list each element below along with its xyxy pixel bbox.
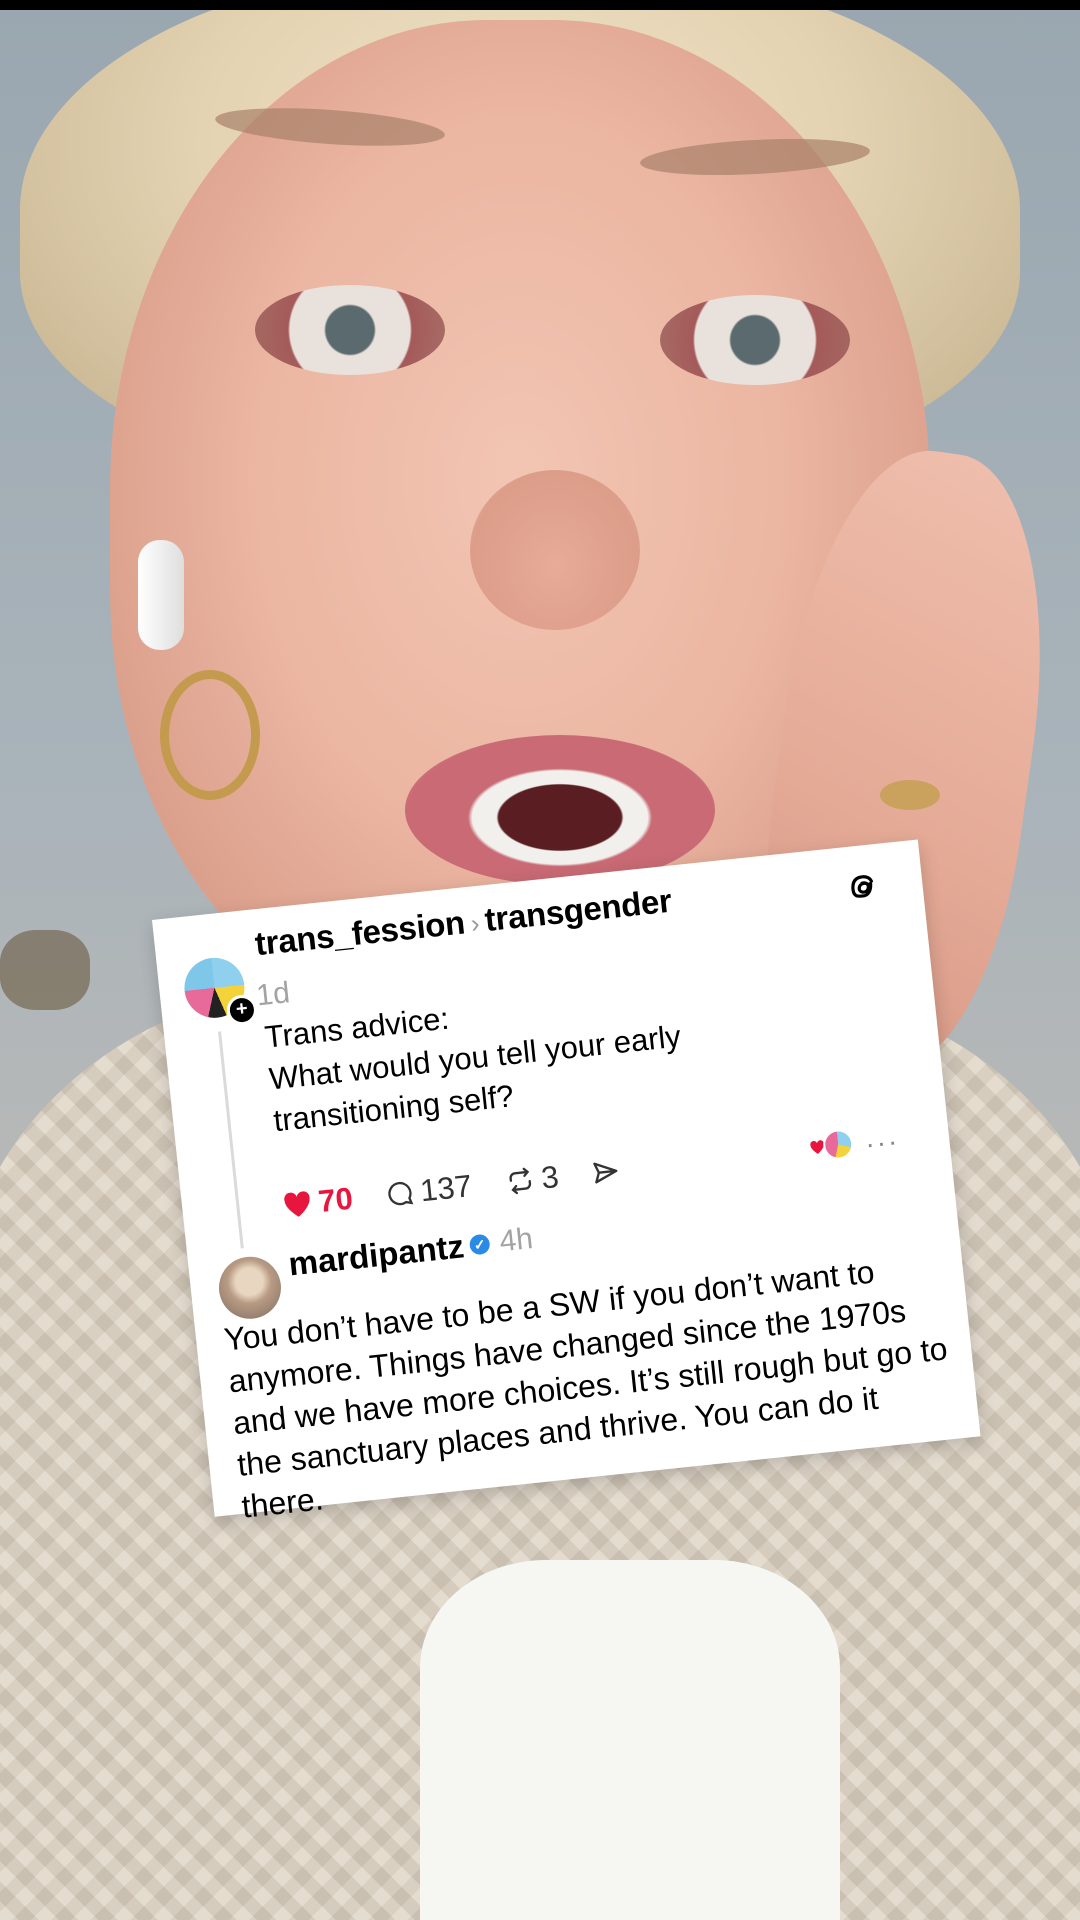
- reply-username[interactable]: mardipantz: [287, 1227, 466, 1283]
- thread-line: [218, 1031, 244, 1249]
- comment-icon: [388, 1181, 414, 1206]
- comment-button[interactable]: 137: [385, 1168, 474, 1213]
- left-eye: [255, 285, 445, 375]
- repost-button[interactable]: 3: [504, 1159, 561, 1200]
- hoop-earring: [160, 670, 260, 800]
- nose: [470, 470, 640, 630]
- op-username[interactable]: trans_fession: [253, 903, 466, 962]
- like-count: 70: [316, 1180, 355, 1220]
- mouth: [405, 735, 715, 885]
- video-frame: + trans_fession ›transgender 1d Trans adv…: [0, 0, 1080, 1920]
- undershirt: [420, 1560, 840, 1920]
- reply-header: mardipantz ✓ 4h: [287, 1220, 535, 1283]
- shelf-ornament: [0, 930, 90, 1010]
- liker-avatar: [821, 1128, 855, 1161]
- share-button[interactable]: [591, 1157, 622, 1188]
- share-icon: [593, 1162, 618, 1184]
- liked-by-avatars[interactable]: [808, 1128, 855, 1162]
- repost-icon: [509, 1167, 532, 1195]
- ring: [880, 780, 940, 810]
- more-options-button[interactable]: ···: [864, 1125, 901, 1160]
- community-name[interactable]: transgender: [483, 882, 673, 938]
- heart-icon: [284, 1191, 310, 1217]
- post-time: 1d: [254, 976, 292, 1013]
- earbud: [138, 540, 184, 650]
- comment-count: 137: [418, 1168, 474, 1209]
- reply-avatar[interactable]: [215, 1253, 285, 1322]
- threads-post-card: + trans_fession ›transgender 1d Trans adv…: [152, 839, 981, 1525]
- post-text: Trans advice: What would you tell your e…: [263, 1000, 683, 1139]
- plus-icon[interactable]: +: [225, 993, 259, 1027]
- verified-badge-icon: ✓: [468, 1233, 491, 1256]
- breadcrumb-separator: ›: [469, 907, 481, 939]
- like-button[interactable]: 70: [281, 1181, 355, 1224]
- op-avatar[interactable]: +: [181, 954, 259, 1027]
- top-black-bar: [0, 0, 1080, 10]
- right-eye: [660, 295, 850, 385]
- threads-logo-icon: [851, 875, 873, 898]
- post-actions: 70 137 3: [281, 1153, 622, 1224]
- repost-count: 3: [539, 1159, 561, 1196]
- reply-time: 4h: [497, 1222, 535, 1259]
